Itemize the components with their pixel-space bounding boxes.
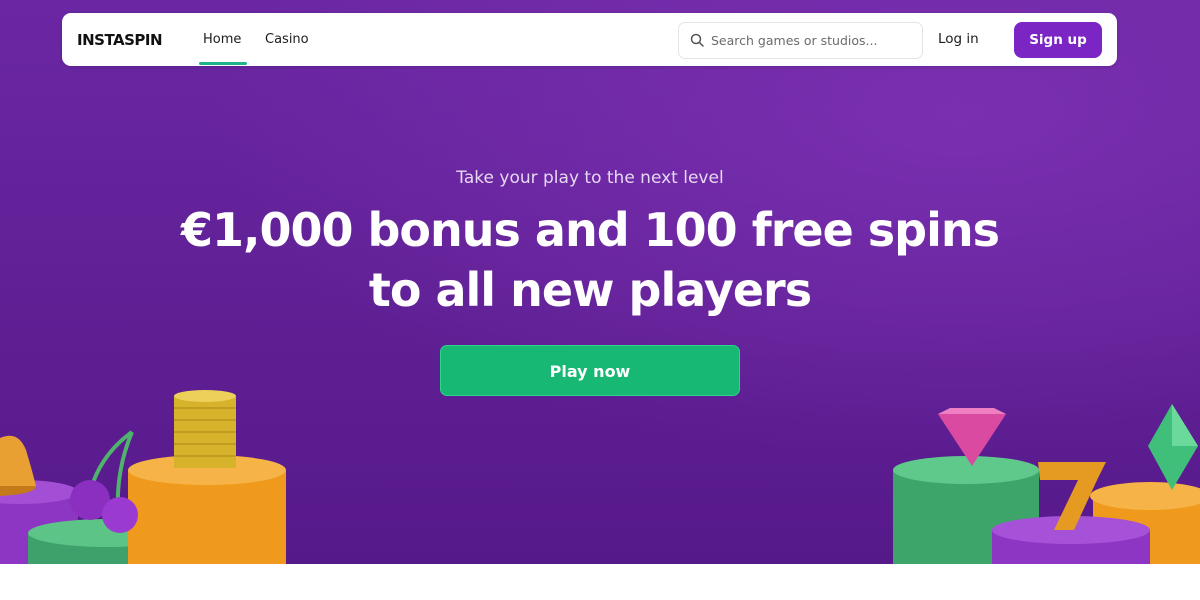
active-tab-indicator	[199, 62, 247, 65]
left-orange-pedestal	[128, 455, 286, 564]
login-button[interactable]: Log in	[938, 13, 979, 66]
search-box[interactable]	[678, 22, 923, 59]
nav-casino[interactable]: Casino	[265, 13, 309, 66]
coin-stack-icon	[174, 390, 236, 468]
gem-icon	[1148, 404, 1198, 490]
page-content-area	[0, 564, 1200, 600]
search-input[interactable]	[711, 23, 911, 58]
cherries-icon	[70, 430, 138, 533]
nav-home[interactable]: Home	[203, 13, 241, 66]
logo[interactable]: INSTASPIN	[77, 30, 163, 50]
signup-button[interactable]: Sign up	[1014, 22, 1102, 58]
hero-tagline: Take your play to the next level	[456, 168, 724, 188]
search-icon	[690, 33, 704, 47]
hero-banner: INSTASPIN Home Casino Log in Sign up Tak…	[0, 0, 1200, 564]
top-navbar: INSTASPIN Home Casino Log in Sign up	[62, 13, 1117, 66]
bell-icon	[0, 435, 36, 496]
hero-headline: €1,000 bonus and 100 free spins to all n…	[180, 203, 1000, 317]
play-now-button[interactable]: Play now	[440, 345, 740, 396]
